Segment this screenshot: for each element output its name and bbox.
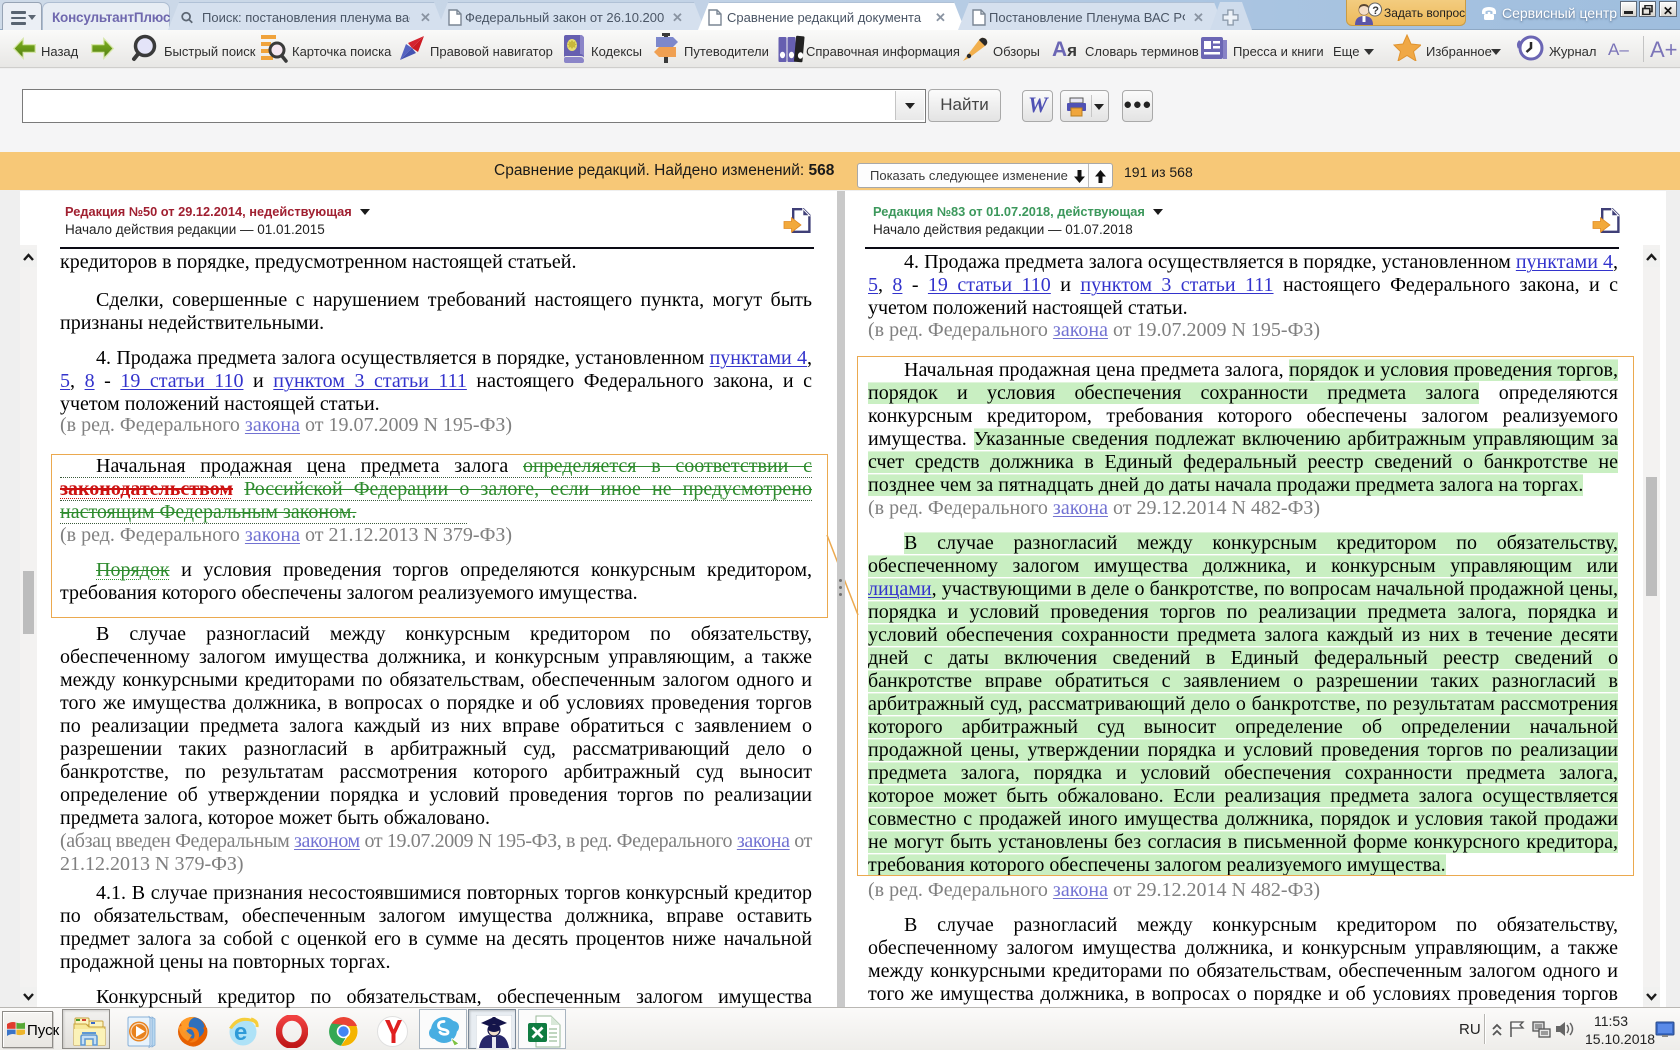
svg-text:?: ?	[1372, 5, 1379, 17]
